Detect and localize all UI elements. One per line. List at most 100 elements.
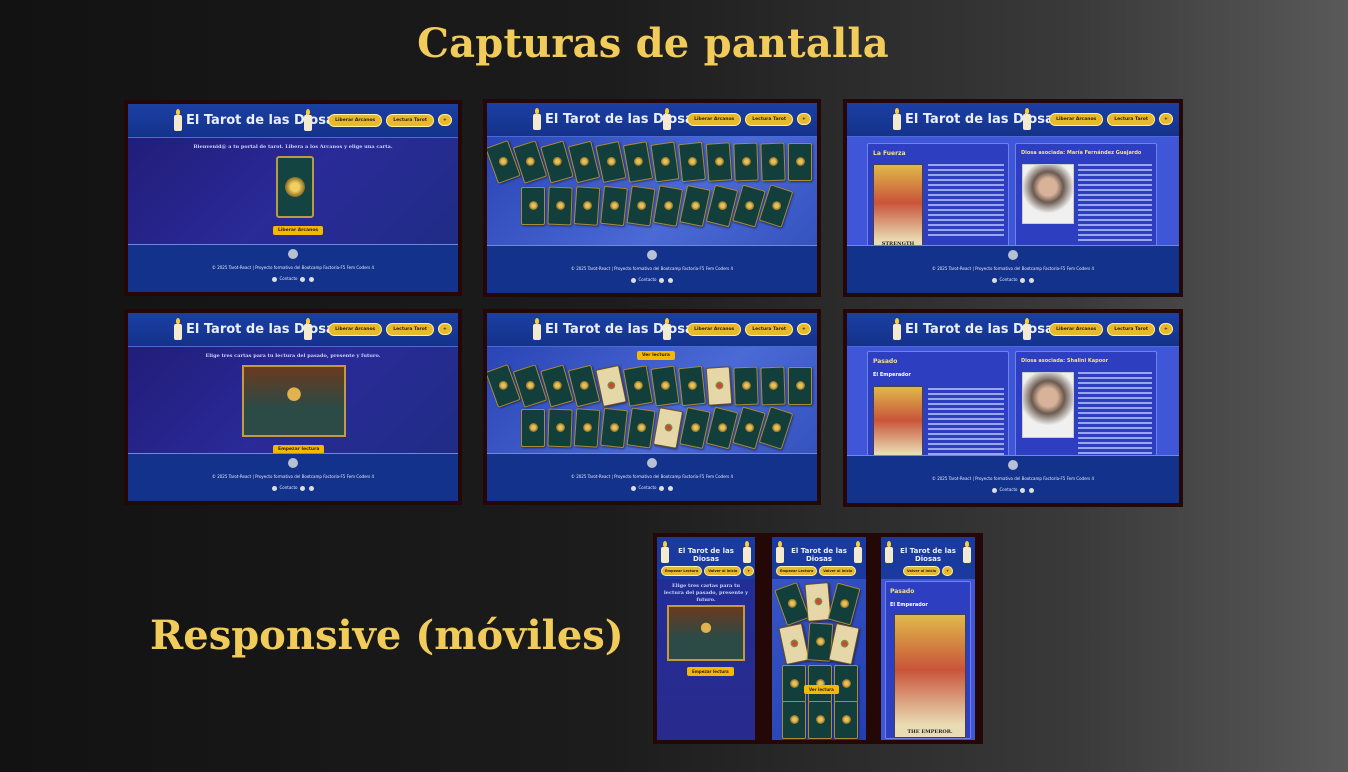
nav-lectura-button[interactable]: Lectura Tarot (386, 114, 434, 127)
tarot-card[interactable] (678, 365, 706, 407)
tarot-card[interactable] (782, 665, 806, 703)
linkedin-icon[interactable] (1028, 487, 1034, 493)
tarot-card[interactable] (782, 701, 806, 739)
github-icon[interactable] (658, 485, 664, 491)
tarot-card[interactable] (626, 407, 656, 449)
contact-link[interactable]: Contacto (279, 485, 297, 490)
tarot-card[interactable] (600, 185, 628, 227)
ver-lectura-button[interactable]: Ver lectura (804, 685, 839, 694)
tarot-card[interactable] (788, 367, 812, 405)
tarot-card[interactable] (678, 141, 706, 183)
tarot-card[interactable] (521, 187, 545, 225)
tarot-card-selected[interactable] (595, 364, 627, 408)
contact-link[interactable]: Contacto (638, 277, 656, 282)
volver-inicio-button[interactable]: Volver al inicio (903, 566, 941, 576)
tarot-card[interactable] (827, 582, 861, 626)
nav-lectura-button[interactable]: Lectura Tarot (745, 323, 793, 336)
contact-icon[interactable] (631, 485, 637, 491)
nav-lectura-button[interactable]: Lectura Tarot (745, 113, 793, 126)
tarot-card[interactable] (547, 186, 573, 226)
brand-title[interactable]: El Tarot de las Diosas (671, 547, 741, 563)
contact-icon[interactable] (992, 487, 998, 493)
tarot-card[interactable] (573, 408, 601, 448)
volver-inicio-button[interactable]: Volver al inicio (704, 566, 742, 576)
tarot-card[interactable] (834, 665, 858, 703)
tarot-card[interactable] (595, 140, 627, 184)
tarot-card[interactable] (650, 141, 680, 183)
reading-illustration (242, 365, 346, 437)
empezar-lectura-nav-button[interactable]: Empezar Lectura (661, 566, 703, 576)
liberar-arcanos-button[interactable]: Liberar Arcanos (273, 226, 324, 235)
tarot-card-selected[interactable] (705, 366, 733, 406)
tarot-card[interactable] (622, 365, 654, 407)
contact-link[interactable]: Contacto (638, 485, 656, 490)
tarot-card-selected[interactable] (828, 622, 860, 666)
volver-inicio-button[interactable]: Volver al inicio (819, 566, 857, 576)
nav-extra-button[interactable]: + (438, 323, 452, 335)
github-icon[interactable] (1019, 277, 1025, 283)
tarot-card[interactable] (521, 409, 545, 447)
empezar-lectura-button[interactable]: Empezar lectura (687, 667, 734, 676)
tarot-card-back[interactable] (276, 156, 314, 218)
empezar-lectura-nav-button[interactable]: Empezar Lectura (776, 566, 818, 576)
linkedin-icon[interactable] (1028, 277, 1034, 283)
tarot-card[interactable] (573, 186, 601, 226)
contact-link[interactable]: Contacto (999, 487, 1017, 492)
tarot-card[interactable] (547, 408, 573, 448)
nav-extra-button[interactable]: + (438, 114, 452, 126)
brand-title[interactable]: El Tarot de las Diosas (545, 112, 701, 127)
nav-liberar-button[interactable]: Liberar Arcanos (328, 323, 383, 336)
tarot-card[interactable] (808, 665, 832, 703)
github-icon[interactable] (1019, 487, 1025, 493)
nav-extra-button[interactable]: + (1159, 113, 1173, 125)
brand-title[interactable]: El Tarot de las Diosas (905, 112, 1061, 127)
linkedin-icon[interactable] (308, 276, 314, 282)
tarot-card[interactable] (834, 701, 858, 739)
nav-extra-button[interactable]: + (1159, 323, 1173, 335)
nav-lectura-button[interactable]: Lectura Tarot (1107, 323, 1155, 336)
linkedin-icon[interactable] (667, 485, 673, 491)
brand-title[interactable]: El Tarot de las Diosas (186, 322, 342, 337)
linkedin-icon[interactable] (308, 485, 314, 491)
tarot-card[interactable] (600, 407, 628, 449)
contact-link[interactable]: Contacto (279, 276, 297, 281)
nav-extra-button[interactable]: + (797, 323, 811, 335)
tarot-card[interactable] (808, 701, 832, 739)
nav-liberar-button[interactable]: Liberar Arcanos (1049, 113, 1104, 126)
github-icon[interactable] (299, 276, 305, 282)
github-icon[interactable] (299, 485, 305, 491)
tarot-card[interactable] (760, 366, 786, 406)
brand-title[interactable]: El Tarot de las Diosas (545, 322, 701, 337)
brand-title[interactable]: El Tarot de las Diosas (186, 113, 342, 128)
contact-icon[interactable] (631, 277, 637, 283)
contact-icon[interactable] (992, 277, 998, 283)
brand-title[interactable]: El Tarot de las Diosas (905, 322, 1061, 337)
nav-liberar-button[interactable]: Liberar Arcanos (328, 114, 383, 127)
tarot-card[interactable] (705, 142, 733, 182)
contact-link[interactable]: Contacto (999, 277, 1017, 282)
brand-title[interactable]: El Tarot de las Diosas (786, 547, 852, 563)
nav-lectura-button[interactable]: Lectura Tarot (1107, 113, 1155, 126)
contact-icon[interactable] (272, 485, 278, 491)
tarot-card[interactable] (622, 141, 654, 183)
contact-icon[interactable] (272, 276, 278, 282)
nav-liberar-button[interactable]: Liberar Arcanos (687, 323, 742, 336)
tarot-card[interactable] (788, 143, 812, 181)
tarot-card[interactable] (650, 365, 680, 407)
nav-lectura-button[interactable]: Lectura Tarot (386, 323, 434, 336)
nav-extra-button[interactable]: + (797, 113, 811, 125)
tarot-card[interactable] (733, 366, 759, 406)
tarot-card-selected[interactable] (778, 622, 810, 666)
tarot-card[interactable] (760, 142, 786, 182)
nav-liberar-button[interactable]: Liberar Arcanos (687, 113, 742, 126)
nav-liberar-button[interactable]: Liberar Arcanos (1049, 323, 1104, 336)
nav-extra-button[interactable]: + (743, 566, 755, 576)
ver-lectura-button[interactable]: Ver lectura (637, 351, 675, 360)
brand-title[interactable]: El Tarot de las Diosas (895, 547, 961, 563)
nav-extra-button[interactable]: + (942, 566, 954, 576)
tarot-card[interactable] (626, 185, 656, 227)
screenshot-detail-emperador: El Tarot de las Diosas Liberar Arcanos L… (843, 309, 1183, 507)
linkedin-icon[interactable] (667, 277, 673, 283)
tarot-card[interactable] (733, 142, 759, 182)
github-icon[interactable] (658, 277, 664, 283)
